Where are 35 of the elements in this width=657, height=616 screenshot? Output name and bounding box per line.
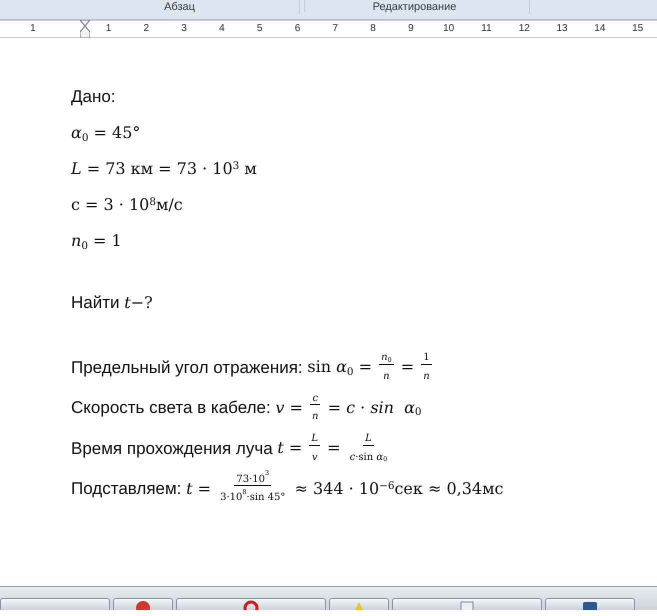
equation-line: n$_{0}$ = 1	[71, 230, 123, 254]
ruler-number: 2	[142, 24, 150, 34]
ruler-number: 9	[407, 24, 415, 34]
ruler-number: 13	[555, 24, 569, 34]
app-icon	[459, 600, 475, 610]
taskbar-button[interactable]	[0, 598, 110, 610]
equation-line: с = 3 · 10$^{8}$м/с	[71, 194, 184, 216]
ruler-number: 1	[29, 24, 37, 34]
ruler-number: 3	[180, 24, 188, 34]
ruler-number: 6	[294, 24, 302, 34]
ruler-number: 11	[480, 24, 493, 34]
ruler-number: 15	[631, 24, 644, 34]
equation-line: α$_{0}$ = 45°	[71, 122, 142, 146]
ruler-number: 1	[104, 24, 112, 34]
taskbar-button[interactable]	[545, 598, 635, 610]
taskbar-button[interactable]	[329, 598, 389, 610]
app-icon	[582, 600, 598, 610]
ruler-number: 7	[331, 24, 340, 34]
taskbar-button[interactable]	[392, 598, 542, 610]
ruler-number: 12	[518, 24, 531, 34]
ruler-number: 10	[442, 24, 456, 34]
ruler-number: 14	[593, 24, 606, 34]
ruler-number: 8	[369, 24, 377, 34]
ruler-number: 4	[218, 24, 226, 34]
ruler-number: 5	[256, 24, 264, 34]
ribbon-group-label: Редактирование	[300, 0, 530, 14]
indent-marker-icon[interactable]	[80, 20, 90, 38]
text-line: Дано:	[71, 86, 117, 108]
taskbar-button[interactable]	[176, 598, 326, 610]
equation-line: L = 73 км = 73 · 10$^{3}$ м	[71, 158, 258, 180]
equation-line: Найти t−?	[71, 292, 154, 314]
app-icon	[243, 600, 259, 610]
app-icon	[135, 600, 151, 610]
taskbar-button[interactable]	[113, 598, 173, 610]
ribbon-group-label: Абзац	[60, 0, 300, 14]
